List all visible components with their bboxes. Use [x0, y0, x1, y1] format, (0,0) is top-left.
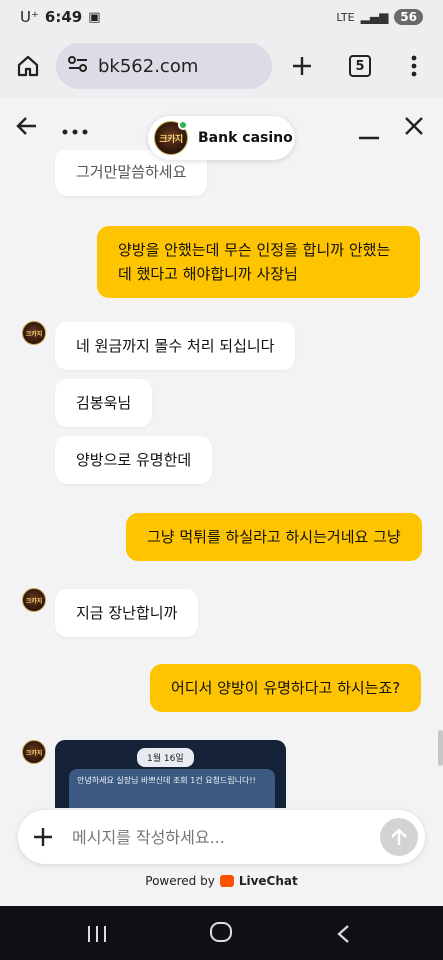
message-text: 그거만말씀하세요 — [76, 163, 187, 181]
battery-badge: 56 — [394, 9, 423, 25]
signal-icon: ▂▄▆ — [360, 10, 389, 24]
message-input[interactable] — [72, 824, 372, 850]
avatar-logo-text: 크카지 — [25, 749, 43, 757]
scrollbar-thumb[interactable] — [438, 730, 443, 766]
message-list[interactable]: 그거만말씀하세요 양방을 안했는데 무슨 인정을 합니까 안했는데 했다고 해야… — [0, 150, 443, 808]
message-text: 네 원금까지 몰수 처리 되십니다 — [76, 337, 275, 355]
agent-avatar-small: 크카지 — [22, 588, 46, 612]
new-tab-icon[interactable] — [288, 52, 316, 80]
clock: 6:49 — [44, 8, 83, 26]
message-incoming: 지금 장난합니까 — [55, 589, 199, 637]
send-button[interactable] — [380, 818, 418, 856]
message-incoming: 김봉욱님 — [55, 379, 153, 427]
home-icon[interactable] — [14, 52, 42, 80]
livechat-logo-icon — [219, 875, 234, 887]
avatar-logo-text: 크카지 — [25, 330, 43, 338]
agent-avatar-small: 크카지 — [22, 321, 46, 345]
message-text: 지금 장난합니까 — [76, 604, 178, 622]
message-outgoing: 양방을 안했는데 무슨 인정을 합니까 안했는데 했다고 해야합니까 사장님 — [97, 226, 420, 298]
message-text: 양방을 안했는데 무슨 인정을 합니까 안했는데 했다고 해야합니까 사장님 — [118, 241, 391, 283]
more-menu-icon[interactable] — [400, 52, 428, 80]
image-attachment[interactable]: 1월 16일 안녕하세요 실장님 바쁘신데 조회 1건 요청드립니다!! — [55, 740, 286, 808]
back-button-icon[interactable] — [336, 922, 352, 950]
message-incoming: 네 원금까지 몰수 처리 되십니다 — [55, 322, 296, 370]
status-left: U⁺ 6:49 ▣ — [20, 8, 101, 26]
message-text: 그냥 먹튀를 하실라고 하시는거네요 그냥 — [147, 528, 401, 546]
message-outgoing: 어디서 양방이 유명하다고 하시는죠? — [150, 664, 422, 712]
recent-apps-icon[interactable] — [86, 922, 108, 950]
online-status-dot — [178, 120, 188, 130]
message-text: 양방으로 유명한데 — [76, 451, 192, 469]
more-options-icon[interactable] — [62, 114, 88, 142]
livechat-brand: LiveChat — [238, 874, 298, 888]
system-navigation-bar — [0, 906, 443, 960]
message-text: 어디서 양방이 유명하다고 하시는죠? — [171, 679, 401, 697]
chat-title: Bank casino — [198, 130, 293, 146]
address-bar[interactable]: bk562.com — [56, 43, 272, 89]
url-text: bk562.com — [98, 55, 199, 77]
tab-count: 5 — [349, 55, 371, 77]
status-bar: U⁺ 6:49 ▣ LTE ▂▄▆ 56 — [0, 0, 443, 34]
avatar-logo-text: 크카지 — [25, 597, 43, 605]
agent-avatar-small: 크카지 — [22, 740, 46, 764]
browser-toolbar: bk562.com 5 — [0, 34, 443, 98]
attach-plus-icon[interactable] — [32, 820, 54, 855]
avatar-logo-text: 크카지 — [159, 134, 183, 145]
message-incoming: 양방으로 유명한데 — [55, 436, 213, 484]
message-text: 김봉욱님 — [76, 394, 132, 412]
powered-by-footer[interactable]: Powered by LiveChat — [0, 874, 443, 888]
back-arrow-icon[interactable] — [16, 114, 38, 142]
tab-switcher-button[interactable]: 5 — [346, 52, 374, 80]
carrier-label: U⁺ — [20, 8, 39, 26]
home-button-icon[interactable] — [208, 920, 234, 950]
minimize-icon[interactable] — [358, 118, 380, 146]
close-icon[interactable] — [404, 114, 424, 142]
screenshot-icon: ▣ — [88, 9, 101, 25]
chat-title-pill[interactable]: 크카지 Bank casino — [148, 116, 295, 160]
powered-by-label: Powered by — [145, 874, 215, 888]
message-outgoing: 그냥 먹튀를 하실라고 하시는거네요 그냥 — [126, 513, 422, 561]
network-label: LTE — [336, 10, 355, 24]
image-message-bubble: 안녕하세요 실장님 바쁘신데 조회 1건 요청드립니다!! — [69, 769, 275, 808]
status-right: LTE ▂▄▆ 56 — [336, 9, 423, 25]
site-settings-icon[interactable] — [68, 55, 88, 78]
send-arrow-icon — [391, 828, 407, 845]
message-composer — [18, 810, 425, 864]
image-date-label: 1월 16일 — [137, 748, 194, 767]
